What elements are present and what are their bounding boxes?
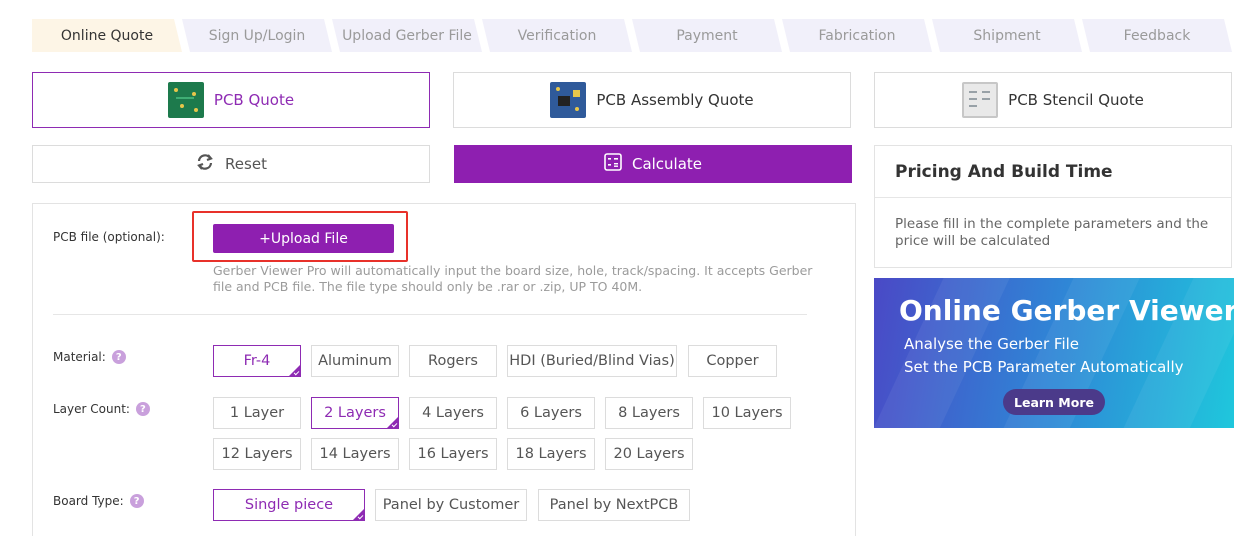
material-option-fr4[interactable]: Fr-4: [213, 345, 301, 377]
layer-option-16[interactable]: 16 Layers: [409, 438, 497, 470]
layer-count-label: Layer Count: ?: [53, 402, 150, 416]
board-type-single-piece[interactable]: Single piece: [213, 489, 365, 521]
quote-form: PCB file (optional): +Upload File Gerber…: [32, 203, 856, 536]
layer-option-4[interactable]: 4 Layers: [409, 397, 497, 429]
help-icon[interactable]: ?: [129, 494, 144, 508]
gerber-viewer-banner[interactable]: Online Gerber Viewer Analyse the Gerber …: [874, 278, 1234, 428]
material-option-rogers[interactable]: Rogers: [409, 345, 497, 377]
step-label: Online Quote: [60, 27, 154, 44]
tab-pcb-quote[interactable]: PCB Quote: [32, 72, 430, 128]
board-type-label: Board Type: ?: [53, 494, 144, 508]
layer-option-14[interactable]: 14 Layers: [311, 438, 399, 470]
banner-line-2: Set the PCB Parameter Automatically: [904, 358, 1184, 376]
upload-hint: Gerber Viewer Pro will automatically inp…: [213, 263, 813, 294]
step-label: Shipment: [973, 27, 1041, 44]
layer-option-10[interactable]: 10 Layers: [703, 397, 791, 429]
step-sign-up-login: Sign Up/Login: [182, 19, 332, 52]
tab-pcb-assembly-quote[interactable]: PCB Assembly Quote: [453, 72, 851, 128]
label-text: Material:: [53, 350, 106, 364]
label-text: Layer Count:: [53, 402, 130, 416]
upload-file-button[interactable]: +Upload File: [213, 224, 394, 253]
material-option-aluminum[interactable]: Aluminum: [311, 345, 399, 377]
step-feedback: Feedback: [1082, 19, 1232, 52]
tab-label: PCB Quote: [213, 91, 295, 109]
banner-line-1: Analyse the Gerber File: [904, 335, 1080, 353]
progress-steps: Online Quote Sign Up/Login Upload Gerber…: [32, 19, 1232, 52]
calculate-button[interactable]: Calculate: [454, 145, 852, 183]
banner-title: Online Gerber Viewer: [899, 294, 1234, 327]
label-text: PCB file (optional):: [53, 230, 165, 244]
step-label: Sign Up/Login: [208, 27, 306, 44]
tab-pcb-stencil-quote[interactable]: PCB Stencil Quote: [874, 72, 1232, 128]
pricing-message: Please fill in the complete parameters a…: [895, 216, 1209, 249]
help-icon[interactable]: ?: [111, 350, 126, 364]
step-payment: Payment: [632, 19, 782, 52]
pcb-assembly-icon: [550, 82, 587, 118]
step-label: Fabrication: [818, 27, 896, 44]
layer-option-8[interactable]: 8 Layers: [605, 397, 693, 429]
reset-label: Reset: [225, 155, 267, 173]
board-type-panel-by-customer[interactable]: Panel by Customer: [375, 489, 527, 521]
layer-option-20[interactable]: 20 Layers: [605, 438, 693, 470]
calculator-icon: [604, 153, 622, 175]
step-label: Feedback: [1123, 27, 1191, 44]
layer-option-1[interactable]: 1 Layer: [213, 397, 301, 429]
step-label: Verification: [517, 27, 597, 44]
step-upload-gerber: Upload Gerber File: [332, 19, 482, 52]
pcb-board-icon: [167, 82, 204, 118]
learn-more-button[interactable]: Learn More: [1003, 389, 1105, 415]
step-label: Upload Gerber File: [342, 27, 472, 44]
pricing-panel: Pricing And Build Time Please fill in th…: [874, 145, 1232, 268]
help-icon[interactable]: ?: [135, 402, 150, 416]
layer-option-6[interactable]: 6 Layers: [507, 397, 595, 429]
step-fabrication: Fabrication: [782, 19, 932, 52]
calculate-label: Calculate: [631, 155, 703, 173]
divider: [875, 197, 1231, 198]
pricing-title: Pricing And Build Time: [895, 162, 1113, 182]
board-type-panel-by-nextpcb[interactable]: Panel by NextPCB: [538, 489, 690, 521]
material-option-copper[interactable]: Copper: [688, 345, 777, 377]
material-label: Material: ?: [53, 350, 126, 364]
tab-label: PCB Assembly Quote: [596, 91, 754, 109]
stencil-icon: [962, 82, 999, 118]
refresh-icon: [195, 153, 215, 175]
layer-option-12[interactable]: 12 Layers: [213, 438, 301, 470]
layer-option-18[interactable]: 18 Layers: [507, 438, 595, 470]
divider: [53, 314, 807, 315]
material-option-hdi[interactable]: HDI (Buried/Blind Vias): [507, 345, 677, 377]
pcb-file-label: PCB file (optional):: [53, 230, 165, 244]
reset-button[interactable]: Reset: [32, 145, 430, 183]
tab-label: PCB Stencil Quote: [1008, 91, 1144, 109]
label-text: Board Type:: [53, 494, 124, 508]
step-verification: Verification: [482, 19, 632, 52]
step-shipment: Shipment: [932, 19, 1082, 52]
step-online-quote: Online Quote: [32, 19, 182, 52]
layer-option-2[interactable]: 2 Layers: [311, 397, 399, 429]
step-label: Payment: [676, 27, 738, 44]
